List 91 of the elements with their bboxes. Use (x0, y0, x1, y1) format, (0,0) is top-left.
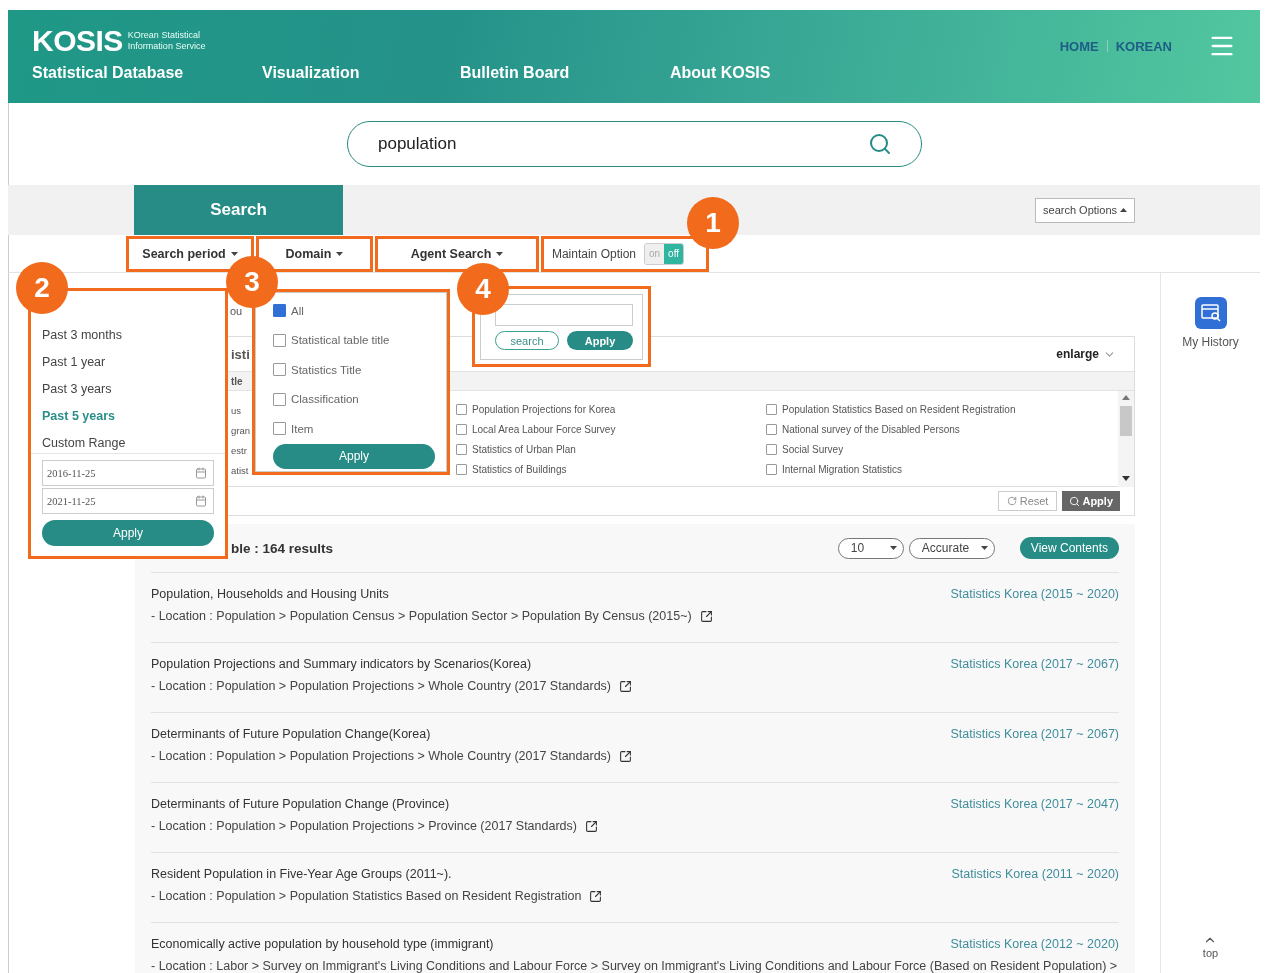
apply-button[interactable]: Apply (567, 331, 633, 350)
search-button[interactable]: search (495, 331, 559, 350)
text-fragment: estr (231, 445, 247, 456)
refresh-icon (1006, 496, 1017, 506)
survey-checkbox[interactable]: Statistics of Urban Plan (456, 443, 766, 455)
text-fragment: atist (231, 465, 249, 476)
period-option[interactable]: Past 1 year (42, 349, 106, 376)
date-field[interactable]: 2016-11-25 (42, 460, 214, 486)
filter-dropdown[interactable]: Agent Search (375, 235, 539, 272)
external-link-icon[interactable] (584, 819, 598, 833)
caret-icon (980, 546, 988, 550)
external-link-icon[interactable] (619, 749, 632, 763)
period-option[interactable]: Custom Range (42, 430, 126, 457)
result-location: - Location : Labor > Survey on Immigrant's Living Conditions and Labour Force > Survey on Immigrant's Living Conditions and Labour Force (Based on Resident Population) > (151, 959, 1118, 973)
scrollbar[interactable] (1118, 391, 1134, 487)
survey-checkbox[interactable]: National survey of the Disabled Persons (766, 423, 1106, 435)
result-location: - Location : Population > Population Projections > Whole Country (2017 Standards) (151, 679, 611, 693)
agent-input-field[interactable] (495, 304, 633, 326)
result-title[interactable]: Economically active population by household type (immigrant) (151, 937, 494, 951)
caret-icon (336, 251, 344, 256)
external-link-icon[interactable] (589, 889, 603, 903)
annotation-number: 2 (16, 262, 68, 314)
caret-icon (496, 251, 504, 256)
result-location: - Location : Population > Population Statistics Based on Resident Registration (151, 889, 582, 903)
survey-checkbox[interactable]: Social Survey (766, 443, 1106, 455)
date-field[interactable]: 2021-11-25 (42, 488, 214, 514)
result-source: Statistics Korea (2017 ~ 2067) (950, 727, 1119, 741)
result-source: Statistics Korea (2012 ~ 2020) (950, 937, 1119, 951)
result-location: - Location : Population > Population Projections > Province (2017 Standards) (151, 819, 577, 833)
result-title[interactable]: Determinants of Future Population Change(Korea) (151, 727, 431, 741)
search-icon (1069, 495, 1081, 507)
search-options-button[interactable]: search Options (1035, 197, 1135, 223)
domain-checkbox[interactable]: Classification (273, 384, 359, 414)
calendar-icon[interactable] (195, 495, 207, 507)
result-location: - Location : Population > Population Projections > Whole Country (2017 Standards) (151, 749, 611, 763)
result-location: - Location : Population > Population Census > Population Sector > Population By Census (2015~) (151, 609, 692, 623)
caret-icon (1120, 208, 1127, 212)
result-title[interactable]: Population Projections and Summary indicators by Scenarios(Korea) (151, 657, 532, 671)
logo[interactable]: KOSIS (32, 24, 123, 58)
survey-checkbox[interactable]: Population Statistics Based on Resident Registration (766, 403, 1106, 415)
filter-dropdown[interactable]: Search period (126, 235, 254, 272)
apply-button[interactable]: Apply (273, 443, 435, 469)
logo-subtitle: KOrean Statistical Information Service (127, 30, 206, 52)
filter-dropdown[interactable]: Domain (256, 235, 373, 272)
result-title[interactable]: Population, Households and Housing Units (151, 587, 389, 601)
scroll-down-icon[interactable] (1122, 476, 1130, 481)
text-fragment: gran (231, 425, 250, 436)
result-source: Statistics Korea (2017 ~ 2067) (950, 657, 1119, 671)
enlarge-link[interactable]: enlarge (1056, 347, 1116, 361)
search-tab[interactable]: Search (134, 185, 343, 235)
apply-button[interactable]: Apply (42, 520, 214, 546)
results-count: ble : 164 results (231, 540, 334, 556)
result-title[interactable]: Determinants of Future Population Change (Province) (151, 797, 450, 811)
result-source: Statistics Korea (2015 ~ 2020) (950, 587, 1119, 601)
result-source: Statistics Korea (2017 ~ 2047) (950, 797, 1119, 811)
survey-checkbox[interactable]: Population Projections for Korea (456, 403, 766, 415)
search-icon[interactable] (868, 132, 892, 156)
survey-checkbox[interactable]: Internal Migration Statistics (766, 463, 1106, 475)
search-field[interactable]: population (347, 121, 922, 167)
scroll-up-icon[interactable] (1122, 395, 1130, 400)
top-button[interactable]: top (1202, 933, 1219, 959)
nav-item[interactable]: Bulletin Board (460, 64, 670, 82)
period-option[interactable]: Past 5 years (42, 403, 115, 430)
result-source: Statistics Korea (2011 ~ 2020) (951, 867, 1119, 881)
maintain-option-label: Maintain Option (551, 246, 636, 261)
view-contents-button[interactable]: View Contents (1019, 537, 1119, 559)
nav-item[interactable]: Statistical Database (32, 64, 262, 82)
domain-checkbox[interactable]: Statistical table title (273, 325, 390, 355)
calendar-icon[interactable] (195, 467, 207, 479)
apply-button[interactable]: Apply (1062, 491, 1120, 511)
external-link-icon[interactable] (619, 679, 632, 693)
domain-checkbox[interactable]: Statistics Title (273, 355, 362, 385)
page-size-select[interactable]: 10 (837, 537, 904, 559)
result-title[interactable]: Resident Population in Five-Year Age Groups (2011~). (151, 867, 452, 881)
text-fragment: ou (230, 305, 243, 317)
my-history-label[interactable]: My History (1182, 335, 1239, 349)
column-header: tle (231, 375, 243, 387)
panel-title: isti (231, 346, 250, 362)
period-option[interactable]: Past 3 years (42, 376, 112, 403)
nav-item[interactable]: Visualization (262, 64, 460, 82)
period-option[interactable]: Past 3 months (42, 322, 122, 349)
reset-button[interactable]: Reset (997, 491, 1058, 511)
domain-checkbox[interactable]: Item (273, 414, 314, 444)
scrollbar-thumb[interactable] (1120, 406, 1132, 436)
caret-icon (889, 546, 897, 550)
history-icon[interactable] (1194, 297, 1227, 329)
survey-checkbox[interactable]: Statistics of Buildings (456, 463, 766, 475)
text-fragment: us (231, 405, 242, 416)
sort-select[interactable]: Accurate (908, 537, 995, 559)
survey-checkbox[interactable]: Local Area Labour Force Survey (456, 423, 766, 435)
external-link-icon[interactable] (699, 609, 713, 623)
